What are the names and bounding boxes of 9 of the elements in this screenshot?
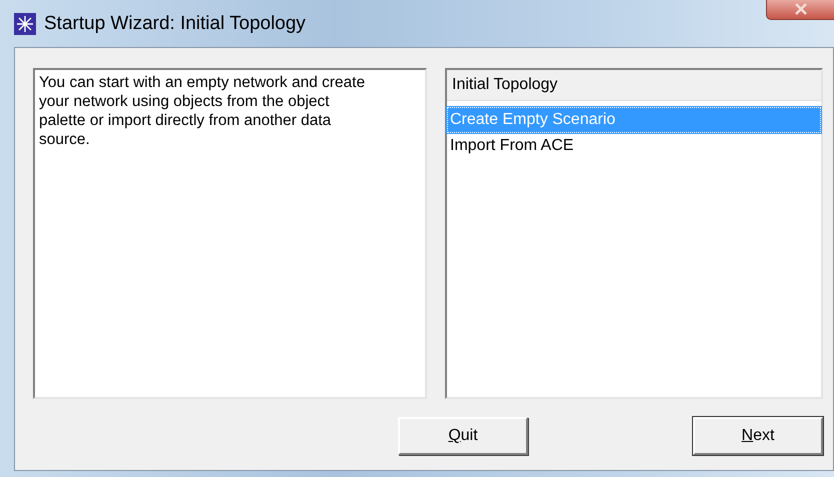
column-header: Initial Topology (447, 70, 821, 101)
star-icon (14, 12, 36, 34)
list-item[interactable]: Import From ACE (447, 133, 821, 159)
dialog-button[interactable]: Quit (398, 417, 528, 455)
close-button[interactable] (766, 0, 834, 20)
window-title: Startup Wizard: Initial Topology (44, 12, 306, 34)
dialog-button[interactable]: Next (693, 417, 823, 455)
description-text: You can start with an empty network and create your network using objects from the object palette or import directly from another data source. (33, 68, 427, 399)
close-icon (794, 3, 808, 15)
